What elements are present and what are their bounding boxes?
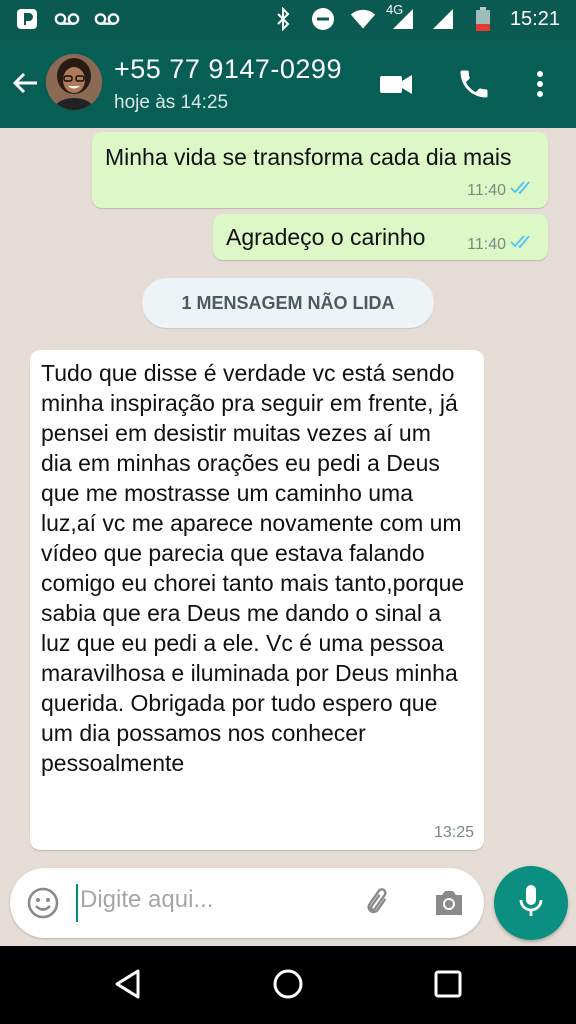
text-caret [76, 884, 78, 922]
back-arrow-icon[interactable] [10, 68, 40, 98]
message-time: 11:40 [467, 235, 506, 253]
status-bar: 4G 15:21 [0, 0, 576, 40]
avatar[interactable] [46, 54, 102, 110]
battery-icon [470, 6, 496, 32]
signal-icon [430, 6, 456, 32]
clock: 15:21 [509, 7, 560, 30]
message-time: 13:25 [433, 824, 474, 841]
message-time: 11:40 [467, 181, 506, 199]
unread-divider: 1 MENSAGEM NÃO LIDA [142, 278, 434, 328]
phone-icon[interactable] [456, 66, 492, 102]
contact-name[interactable]: +55 77 9147-0299 [114, 54, 342, 85]
message-composer[interactable]: Digite aqui... [10, 868, 484, 938]
emoji-icon[interactable] [26, 886, 60, 920]
voicemail-icon [94, 6, 120, 32]
read-ticks-icon [510, 234, 536, 255]
attach-icon[interactable] [362, 886, 396, 920]
wifi-icon [350, 6, 376, 32]
video-call-icon[interactable] [378, 66, 414, 102]
message-input[interactable]: Digite aqui... [80, 886, 213, 914]
message-text: Tudo que disse é verdade vc está sendo m… [41, 360, 465, 776]
message-bubble-incoming[interactable]: Tudo que disse é verdade vc está sendo m… [30, 350, 484, 850]
voicemail-icon [54, 6, 80, 32]
message-bubble-outgoing[interactable]: Minha vida se transforma cada dia mais 1… [92, 132, 548, 208]
recents-nav-icon[interactable] [430, 966, 466, 1002]
chat-area[interactable]: Minha vida se transforma cada dia mais 1… [0, 128, 576, 946]
mic-button[interactable] [494, 866, 568, 940]
read-ticks-icon [510, 180, 536, 201]
p-app-icon [14, 6, 40, 32]
mic-icon [516, 883, 546, 924]
message-text: Minha vida se transforma cada dia mais [105, 144, 512, 170]
network-type: 4G [385, 2, 404, 17]
camera-icon[interactable] [432, 886, 466, 920]
back-nav-icon[interactable] [110, 966, 146, 1002]
chat-header: +55 77 9147-0299 hoje às 14:25 [0, 40, 576, 128]
home-nav-icon[interactable] [270, 966, 306, 1002]
message-bubble-outgoing[interactable]: Agradeço o carinho 11:40 [213, 214, 548, 260]
system-nav-bar [0, 946, 576, 1024]
last-seen: hoje às 14:25 [114, 92, 229, 113]
dnd-icon [310, 6, 336, 32]
more-vert-icon[interactable] [522, 66, 558, 102]
message-text: Agradeço o carinho [226, 224, 426, 250]
bluetooth-icon [270, 6, 296, 32]
